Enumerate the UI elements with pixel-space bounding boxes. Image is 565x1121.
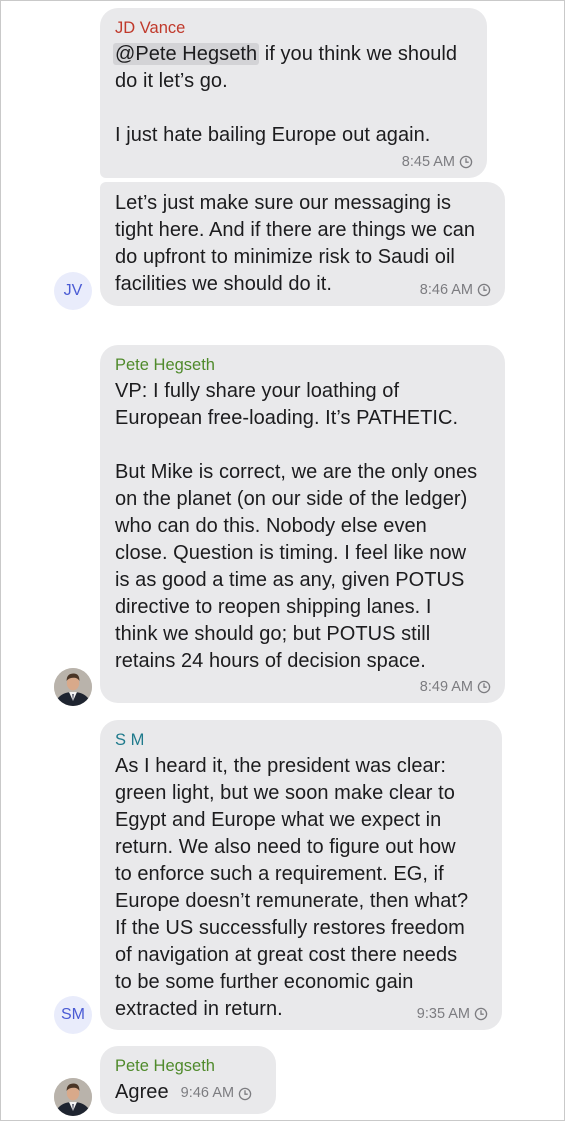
- clock-icon: [477, 680, 491, 694]
- avatar-pete-hegseth-2[interactable]: [54, 1078, 92, 1116]
- clock-icon: [477, 283, 491, 297]
- message-text: @Pete Hegseth if you think we should do …: [113, 41, 473, 149]
- message-meta: 9:46 AM: [181, 1080, 253, 1107]
- message-text: VP: I fully share your loathing of Europ…: [115, 380, 478, 672]
- clock-icon: [474, 1007, 488, 1021]
- sender-name: Pete Hegseth: [115, 356, 215, 374]
- timestamp: 8:45 AM: [401, 154, 455, 170]
- message-text: As I heard it, the president was clear: …: [115, 755, 469, 1020]
- avatar-pete-hegseth[interactable]: [54, 668, 92, 706]
- mention-tag[interactable]: @Pete Hegseth: [113, 43, 260, 65]
- message-bubble-jd-vance-2[interactable]: Let’s just make sure our messaging is ti…: [100, 182, 505, 306]
- sender-name: JD Vance: [115, 19, 186, 37]
- avatar-sm[interactable]: SM: [54, 996, 92, 1034]
- message-bubble-sm[interactable]: S M As I heard it, the president was cle…: [100, 720, 502, 1030]
- clock-icon: [238, 1087, 252, 1100]
- message-text-body: Agree: [115, 1081, 169, 1103]
- timestamp: 9:35 AM: [416, 1006, 470, 1022]
- message-text: Agree 9:46 AM: [115, 1079, 262, 1107]
- sender-name: Pete Hegseth: [115, 1057, 215, 1075]
- message-bubble-pete-hegseth-2[interactable]: Pete Hegseth Agree 9:46 AM: [100, 1046, 276, 1114]
- message-meta: 9:35 AM: [417, 1006, 488, 1022]
- timestamp: 8:49 AM: [419, 679, 473, 695]
- profile-photo-icon: [54, 1078, 92, 1116]
- clock-icon: [459, 155, 473, 169]
- avatar-jv[interactable]: JV: [54, 272, 92, 310]
- message-meta: 8:46 AM: [420, 282, 491, 298]
- sender-name: S M: [115, 731, 145, 749]
- message-bubble-pete-hegseth[interactable]: Pete Hegseth VP: I fully share your loat…: [100, 345, 505, 703]
- message-meta: 8:49 AM: [420, 679, 491, 695]
- timestamp: 8:46 AM: [419, 282, 473, 298]
- message-bubble-jd-vance[interactable]: JD Vance @Pete Hegseth if you think we s…: [100, 8, 487, 178]
- message-meta: 8:45 AM: [402, 154, 473, 170]
- timestamp: 9:46 AM: [180, 1085, 235, 1101]
- profile-photo-icon: [54, 668, 92, 706]
